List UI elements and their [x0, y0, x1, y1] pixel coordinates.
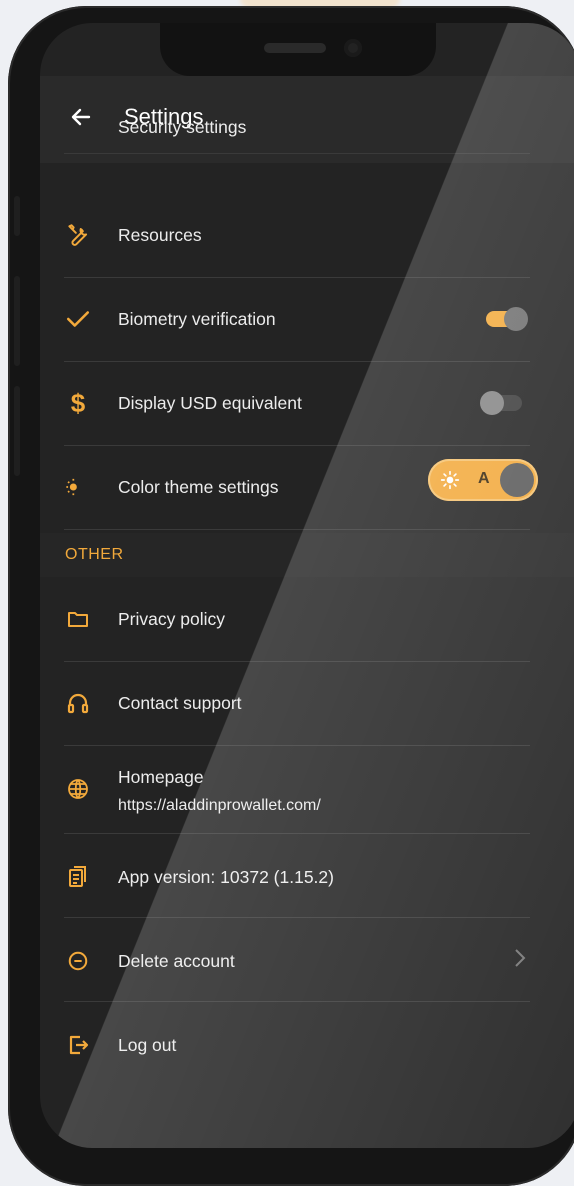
list-item-privacy[interactable]: Privacy policy: [64, 577, 530, 662]
theme-sun-moon-icon: [64, 473, 92, 501]
list-item-support[interactable]: Contact support: [64, 661, 530, 746]
tools-icon: [64, 221, 92, 249]
list-item-usd[interactable]: $ Display USD equivalent: [64, 361, 530, 446]
list-item-logout[interactable]: Log out: [64, 1001, 530, 1085]
usd-label: Display USD equivalent: [118, 393, 302, 413]
section-label: OTHER: [65, 546, 124, 563]
minus-circle-icon: [64, 947, 92, 975]
mute-switch: [14, 196, 20, 236]
globe-icon: [64, 775, 92, 803]
homepage-url[interactable]: https://aladdinprowallet.com/: [118, 797, 321, 815]
chevron-right-icon: [512, 947, 528, 974]
settings-list: Security settings Resources Biometry ver…: [40, 117, 574, 1148]
logout-icon: [64, 1031, 92, 1059]
logout-label: Log out: [118, 1035, 177, 1055]
delete-label: Delete account: [118, 951, 235, 971]
volume-up-button: [14, 276, 20, 366]
folder-icon: [64, 605, 92, 633]
list-item-app-version: App version: 10372 (1.15.2): [64, 833, 530, 918]
resources-label: Resources: [118, 225, 202, 245]
phone-screen: Settings Security settings Resources Bio…: [40, 23, 574, 1148]
toggle-knob: [480, 391, 504, 415]
front-camera: [344, 39, 362, 57]
support-label: Contact support: [118, 693, 242, 713]
app-version-label: App version: 10372 (1.15.2): [118, 867, 334, 887]
theme-switch-knob: [500, 463, 534, 497]
homepage-label: Homepage: [118, 767, 204, 787]
list-item-homepage[interactable]: Homepage https://aladdinprowallet.com/: [64, 745, 530, 834]
list-item-resources[interactable]: Resources: [64, 193, 530, 278]
biometry-label: Biometry verification: [118, 309, 276, 329]
volume-down-button: [14, 386, 20, 476]
headphones-icon: [64, 689, 92, 717]
partial-item-label: Security settings: [118, 117, 247, 137]
speaker-grille: [264, 43, 326, 53]
theme-auto-label: A: [478, 470, 490, 487]
phone-notch: [160, 23, 436, 76]
list-item-partial[interactable]: Security settings: [64, 117, 530, 154]
usd-toggle[interactable]: [480, 391, 522, 415]
toggle-knob: [504, 307, 528, 331]
checkmark-icon: [64, 305, 92, 333]
dollar-icon: $: [70, 387, 86, 418]
sun-icon: [440, 470, 460, 490]
list-item-delete-account[interactable]: Delete account: [64, 917, 530, 1002]
privacy-label: Privacy policy: [118, 609, 225, 629]
document-icon: [64, 863, 92, 891]
biometry-toggle[interactable]: [486, 307, 528, 331]
section-header-other: OTHER: [40, 533, 574, 577]
list-item-biometry[interactable]: Biometry verification: [64, 277, 530, 362]
theme-switch[interactable]: A: [428, 459, 538, 501]
theme-label: Color theme settings: [118, 477, 279, 497]
list-item-theme[interactable]: Color theme settings A: [64, 445, 538, 530]
